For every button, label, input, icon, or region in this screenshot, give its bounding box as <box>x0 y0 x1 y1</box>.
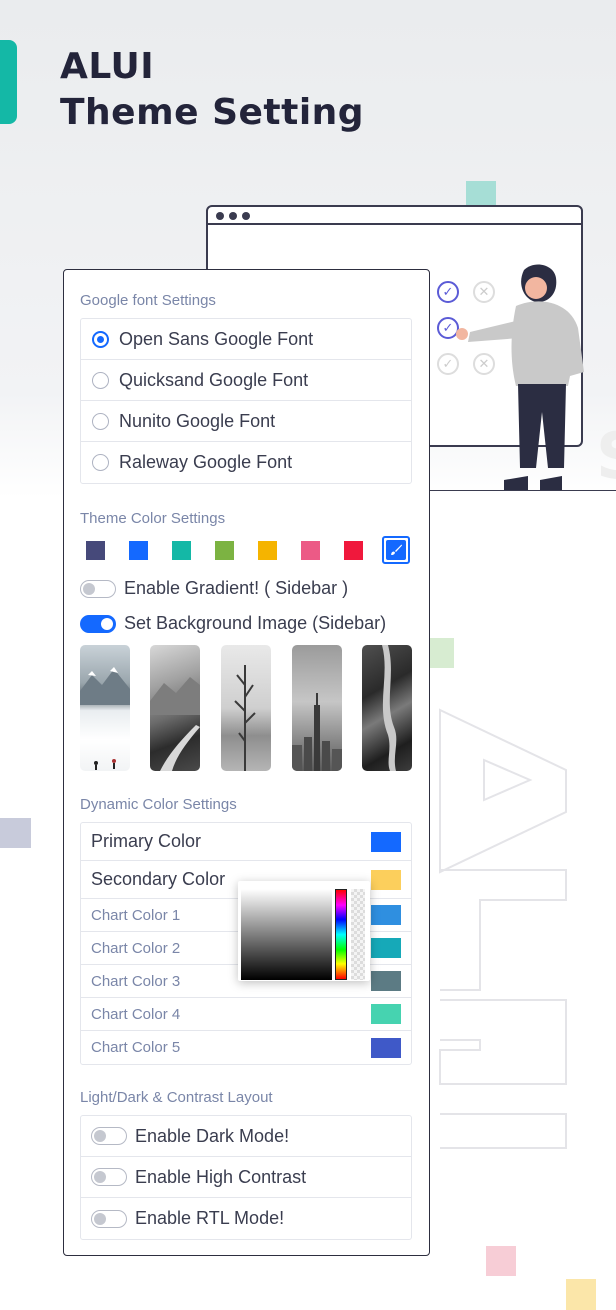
secondary-color-swatch[interactable] <box>371 869 401 890</box>
radio-icon[interactable] <box>92 454 109 471</box>
bg-thumb-bare-tree-lake[interactable] <box>221 645 271 771</box>
theme-settings-panel: Google font Settings Open Sans Google Fo… <box>63 269 430 1256</box>
font-option-raleway[interactable]: Raleway Google Font <box>81 442 411 483</box>
rtl-mode-row[interactable]: Enable RTL Mode! <box>81 1198 411 1239</box>
deco-square-pink <box>486 1246 516 1276</box>
swatch-navy[interactable] <box>86 541 105 560</box>
radio-selected-icon[interactable] <box>92 330 109 348</box>
font-option-label: Quicksand Google Font <box>119 369 309 390</box>
font-option-label: Raleway Google Font <box>119 452 293 472</box>
paintbrush-icon <box>386 540 406 560</box>
background-image-toggle-label: Set Background Image (Sidebar) <box>124 613 387 633</box>
color-picker-hue-slider[interactable] <box>335 889 347 980</box>
secondary-color-label: Secondary Color <box>91 869 226 889</box>
rtl-mode-toggle[interactable] <box>91 1209 127 1228</box>
chart-color-4-swatch[interactable] <box>371 1004 401 1024</box>
gradient-toggle[interactable] <box>80 579 116 598</box>
high-contrast-label: Enable High Contrast <box>135 1166 307 1187</box>
layout-option-list: Enable Dark Mode! Enable High Contrast E… <box>80 1115 412 1240</box>
gradient-toggle-label: Enable Gradient! ( Sidebar ) <box>124 578 349 598</box>
background-image-toggle-row[interactable]: Set Background Image (Sidebar) <box>80 613 386 634</box>
high-contrast-toggle[interactable] <box>91 1168 127 1186</box>
primary-color-label: Primary Color <box>91 831 202 851</box>
browser-titlebar <box>208 207 581 225</box>
google-font-section-title: Google font Settings <box>80 292 216 309</box>
color-picker-saturation-area[interactable] <box>241 889 332 980</box>
window-dot-icon <box>242 212 250 220</box>
chart-color-2-label: Chart Color 2 <box>91 939 181 957</box>
radio-icon[interactable] <box>92 371 109 389</box>
chart-color-3-label: Chart Color 3 <box>91 972 181 990</box>
swatch-blue[interactable] <box>129 541 148 560</box>
primary-color-swatch[interactable] <box>371 831 401 852</box>
chart-color-5-row[interactable]: Chart Color 5 <box>81 1031 411 1064</box>
dark-mode-label: Enable Dark Mode! <box>135 1125 290 1146</box>
primary-color-row[interactable]: Primary Color <box>81 823 411 861</box>
deco-square-lavender <box>0 818 31 848</box>
bg-thumb-snowy-mountain[interactable] <box>80 645 130 771</box>
swatch-green[interactable] <box>215 541 234 560</box>
chart-color-5-swatch[interactable] <box>371 1037 401 1058</box>
rtl-mode-label: Enable RTL Mode! <box>135 1208 285 1228</box>
radio-icon[interactable] <box>92 412 109 430</box>
theme-color-swatches <box>86 541 416 561</box>
enable-gradient-toggle-row[interactable]: Enable Gradient! ( Sidebar ) <box>80 578 348 599</box>
font-option-label: Open Sans Google Font <box>119 328 314 349</box>
chart-color-5-label: Chart Color 5 <box>91 1039 181 1056</box>
window-dot-icon <box>216 212 224 220</box>
high-contrast-row[interactable]: Enable High Contrast <box>81 1157 411 1198</box>
accent-tab <box>0 40 17 124</box>
floor-line <box>430 490 616 491</box>
chart-color-4-label: Chart Color 4 <box>91 1005 181 1023</box>
watermark-letter: S <box>596 420 616 494</box>
dark-mode-toggle[interactable] <box>91 1127 127 1145</box>
custom-color-swatch[interactable] <box>382 536 410 564</box>
window-dot-icon <box>229 212 237 220</box>
color-picker-popup <box>238 881 370 981</box>
hero-title-line1: ALUI <box>60 46 155 87</box>
font-option-nunito[interactable]: Nunito Google Font <box>81 401 411 442</box>
bg-thumb-mountain-road[interactable] <box>150 645 200 771</box>
swatch-pink[interactable] <box>301 541 320 560</box>
chart-color-4-row[interactable]: Chart Color 4 <box>81 998 411 1031</box>
font-option-quicksand[interactable]: Quicksand Google Font <box>81 360 411 401</box>
swatch-yellow[interactable] <box>258 541 277 560</box>
bg-thumb-rocky-river[interactable] <box>362 645 412 771</box>
font-option-label: Nunito Google Font <box>119 410 276 431</box>
dynamic-color-section-title: Dynamic Color Settings <box>80 796 237 813</box>
chart-color-3-swatch[interactable] <box>371 971 401 991</box>
hero-title: ALUI Theme Setting <box>60 44 364 136</box>
theme-color-section-title: Theme Color Settings <box>80 510 226 527</box>
hero-title-line2: Theme Setting <box>60 92 365 133</box>
person-illustration <box>456 264 584 490</box>
chart-color-1-label: Chart Color 1 <box>91 906 181 924</box>
background-image-toggle[interactable] <box>80 614 116 633</box>
color-picker-alpha-slider[interactable] <box>351 889 365 980</box>
background-image-options <box>80 645 412 771</box>
swatch-red[interactable] <box>344 541 363 560</box>
font-option-list: Open Sans Google Font Quicksand Google F… <box>80 318 412 484</box>
chart-color-2-swatch[interactable] <box>371 938 401 958</box>
bg-thumb-city-skyline[interactable] <box>292 645 342 771</box>
dark-mode-row[interactable]: Enable Dark Mode! <box>81 1116 411 1157</box>
layout-section-title: Light/Dark & Contrast Layout <box>80 1089 273 1106</box>
deco-square-green <box>430 638 454 668</box>
swatch-teal[interactable] <box>172 541 191 560</box>
chart-color-1-swatch[interactable] <box>371 905 401 925</box>
font-option-open-sans[interactable]: Open Sans Google Font <box>81 319 411 360</box>
deco-square-yellow <box>566 1279 596 1310</box>
